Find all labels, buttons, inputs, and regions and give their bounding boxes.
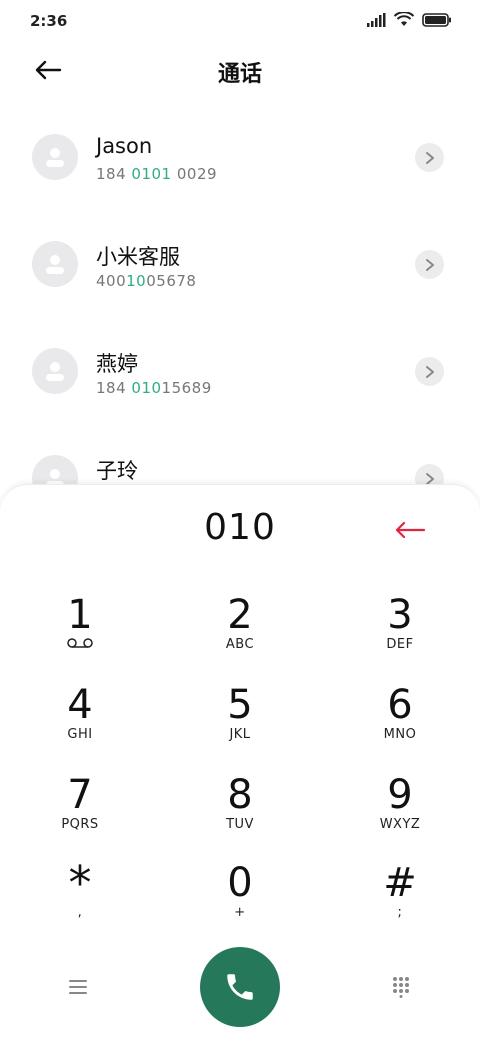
key-digit: 7 bbox=[67, 772, 93, 818]
list-item[interactable]: Jason 184 0101 0029 bbox=[0, 120, 480, 227]
number-prefix: 400 bbox=[96, 272, 127, 290]
key-letters: WXYZ bbox=[379, 817, 421, 832]
backspace-button[interactable] bbox=[390, 515, 430, 545]
dialpad-key-5[interactable]: 5 JKL bbox=[180, 683, 300, 759]
person-icon bbox=[46, 255, 64, 274]
number-suffix: 0029 bbox=[171, 165, 218, 183]
avatar bbox=[32, 241, 78, 287]
hamburger-icon bbox=[69, 980, 87, 994]
key-digit: 1 bbox=[67, 592, 93, 638]
dialpad-key-8[interactable]: 8 TUV bbox=[180, 773, 300, 849]
page-title: 通话 bbox=[217, 62, 262, 87]
contact-number: 184 0101 0029 bbox=[96, 165, 217, 183]
dialpad-key-7[interactable]: 7 PQRS bbox=[20, 773, 140, 849]
list-item[interactable]: 小米客服 4001005678 bbox=[0, 227, 480, 334]
number-match: 010 bbox=[131, 379, 162, 397]
list-item[interactable]: 燕婷 184 01015689 bbox=[0, 334, 480, 441]
phone-icon bbox=[227, 974, 253, 1000]
number-match: 10 bbox=[126, 272, 147, 290]
status-icons bbox=[366, 12, 452, 27]
key-digit: 5 bbox=[227, 682, 253, 728]
key-letters: PQRS bbox=[61, 817, 99, 832]
key-digit: 9 bbox=[387, 772, 413, 818]
dialpad-key-star[interactable]: * , bbox=[20, 856, 140, 937]
number-suffix: 15689 bbox=[161, 379, 212, 397]
key-letters: JKL bbox=[229, 727, 251, 742]
dialpad-key-9[interactable]: 9 WXYZ bbox=[340, 773, 460, 849]
status-time: 2:36 bbox=[30, 12, 68, 30]
key-digit: 3 bbox=[387, 592, 413, 638]
contact-detail-button[interactable] bbox=[415, 357, 444, 386]
key-letters: TUV bbox=[226, 817, 254, 832]
call-button[interactable] bbox=[200, 947, 280, 1027]
key-letters: ABC bbox=[225, 637, 255, 652]
chevron-right-icon bbox=[425, 151, 434, 164]
dialpad-key-hash[interactable]: # ; bbox=[340, 861, 460, 937]
dialpad-key-0[interactable]: 0 + bbox=[180, 861, 300, 937]
bottom-action-bar bbox=[0, 945, 480, 1027]
number-prefix: 184 bbox=[96, 379, 132, 397]
person-icon bbox=[46, 148, 64, 167]
contact-number: 184 01015689 bbox=[96, 379, 212, 397]
contact-name: 燕婷 bbox=[96, 352, 138, 376]
key-digit: 2 bbox=[227, 592, 253, 638]
contact-name: Jason bbox=[96, 134, 153, 158]
backspace-arrow-icon bbox=[395, 521, 426, 539]
key-letters: ; bbox=[397, 905, 403, 920]
number-suffix: 05678 bbox=[146, 272, 197, 290]
key-letters: DEF bbox=[386, 637, 414, 652]
status-bar: 2:36 bbox=[0, 0, 480, 40]
dialpad-key-2[interactable]: 2 ABC bbox=[180, 593, 300, 669]
chevron-right-icon bbox=[425, 365, 434, 378]
avatar bbox=[32, 134, 78, 180]
person-icon bbox=[46, 362, 64, 381]
contact-name: 小米客服 bbox=[96, 245, 180, 269]
voicemail-icon bbox=[20, 637, 140, 654]
number-prefix: 184 bbox=[96, 165, 132, 183]
dialpad-key-1[interactable]: 1 bbox=[20, 593, 140, 669]
key-digit: 0 bbox=[227, 860, 253, 906]
contact-number: 4001005678 bbox=[96, 272, 196, 290]
dialpad-toggle-button[interactable] bbox=[385, 971, 417, 1003]
signal-icon bbox=[367, 12, 386, 27]
contact-name: 子玲 bbox=[96, 459, 138, 483]
dialpad-key-6[interactable]: 6 MNO bbox=[340, 683, 460, 759]
key-letters: GHI bbox=[67, 727, 93, 742]
key-digit: # bbox=[383, 860, 417, 906]
contact-detail-button[interactable] bbox=[415, 250, 444, 279]
key-digit: 8 bbox=[227, 772, 253, 818]
key-letters: + bbox=[234, 905, 246, 920]
key-letters: , bbox=[77, 905, 83, 920]
wifi-icon bbox=[394, 12, 414, 26]
contact-detail-button[interactable] bbox=[415, 143, 444, 172]
avatar bbox=[32, 348, 78, 394]
chevron-right-icon bbox=[425, 258, 434, 271]
dialpad-grid-icon bbox=[393, 977, 409, 998]
number-match: 0101 bbox=[131, 165, 172, 183]
key-letters: MNO bbox=[383, 727, 417, 742]
battery-icon bbox=[422, 12, 451, 27]
dialpad-key-4[interactable]: 4 GHI bbox=[20, 683, 140, 759]
key-digit: 4 bbox=[67, 682, 93, 728]
menu-button[interactable] bbox=[60, 973, 96, 1001]
header: 通话 bbox=[0, 50, 480, 90]
key-digit: * bbox=[68, 856, 92, 910]
key-digit: 6 bbox=[387, 682, 413, 728]
dialpad-key-3[interactable]: 3 DEF bbox=[340, 593, 460, 669]
